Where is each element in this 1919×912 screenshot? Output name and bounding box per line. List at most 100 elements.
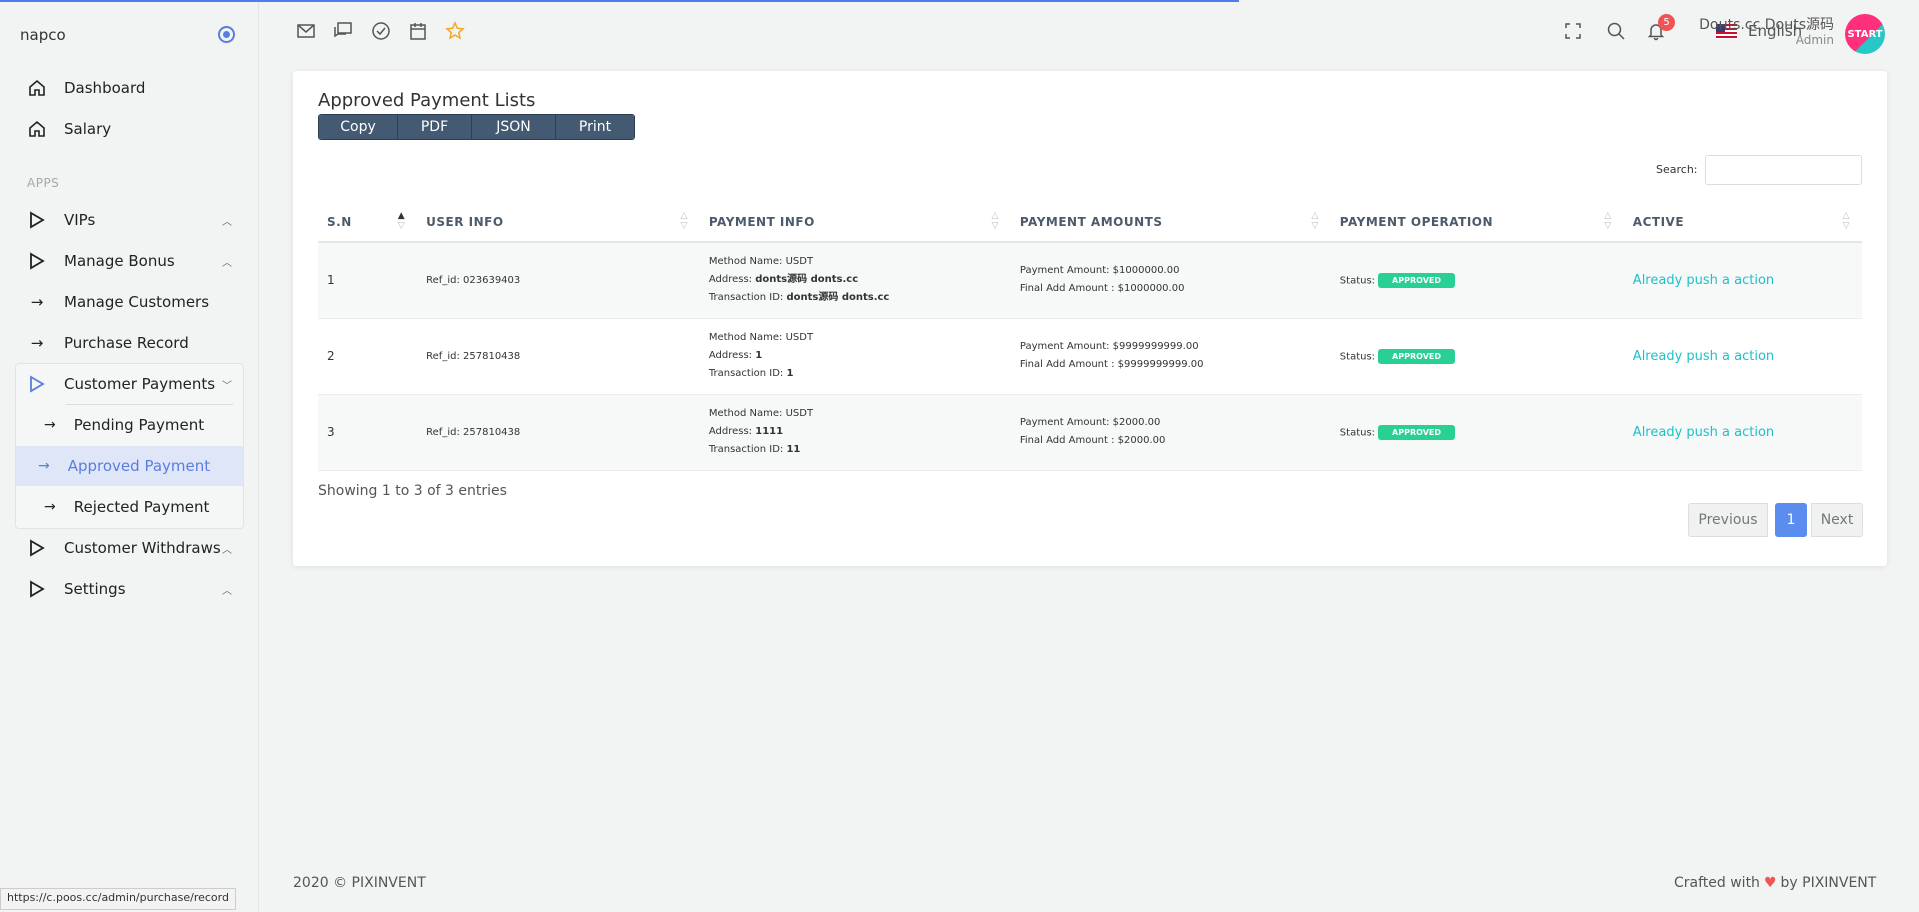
- cell-payment-amounts: Payment Amount: $9999999999.00 Final Add…: [1010, 318, 1331, 395]
- cell-sn: 2: [318, 318, 418, 395]
- home-icon: [28, 79, 46, 97]
- status-badge: APPROVED: [1378, 272, 1456, 288]
- cell-user-info: Ref_id: 023639403: [417, 242, 700, 319]
- column-header-sn[interactable]: S.N ▲ ▽: [318, 202, 418, 243]
- heart-icon: ♥: [1763, 875, 1777, 891]
- cell-payment-operation: Status: APPROVED: [1330, 394, 1624, 471]
- footer-credits: Crafted with ♥ by PIXINVENT: [1674, 875, 1877, 891]
- sidebar-item-vips[interactable]: VIPs ︿: [15, 200, 244, 240]
- play-icon: [28, 252, 46, 270]
- cell-sn: 3: [318, 394, 418, 471]
- fullscreen-icon[interactable]: [1563, 21, 1583, 41]
- sidebar-item-label: Salary: [64, 120, 112, 138]
- search-label: Search:: [1656, 163, 1698, 176]
- column-header-payment-amounts[interactable]: PAYMENT AMOUNTS △ ▽: [1010, 202, 1331, 243]
- brand-name: napco: [20, 26, 66, 44]
- next-page-button[interactable]: Next: [1811, 503, 1863, 537]
- sidebar-item-customer-payments[interactable]: Customer Payments ﹀: [15, 364, 244, 404]
- sidebar-item-label: Settings: [64, 580, 126, 598]
- chevron-up-icon: ︿: [222, 585, 232, 597]
- sidebar-item-label: Customer Withdraws: [64, 539, 221, 557]
- table-row: 1 Ref_id: 023639403 Method Name: USDT Ad…: [318, 242, 1862, 319]
- notification-count-badge: 5: [1658, 14, 1675, 31]
- star-icon[interactable]: [445, 21, 465, 41]
- search-icon[interactable]: [1606, 21, 1626, 41]
- play-icon: [28, 539, 46, 557]
- sidebar-item-purchase-record[interactable]: → Purchase Record: [15, 323, 244, 363]
- sidebar-toggle-icon[interactable]: [218, 26, 235, 43]
- arrow-right-icon: →: [30, 293, 44, 311]
- sidebar-item-approved-payment[interactable]: → Approved Payment: [16, 446, 243, 486]
- play-icon: [28, 211, 46, 229]
- sidebar-item-pending-payment[interactable]: → Pending Payment: [16, 405, 243, 445]
- sidebar-item-customer-withdraws[interactable]: Customer Withdraws ︿: [15, 528, 244, 568]
- arrow-right-icon: →: [44, 499, 56, 515]
- avatar[interactable]: START: [1845, 14, 1885, 54]
- nav-section-label: APPS: [27, 176, 60, 190]
- arrow-right-icon: →: [30, 334, 44, 352]
- cell-active: Already push a action: [1623, 394, 1862, 471]
- arrow-right-icon: →: [44, 417, 56, 433]
- cell-payment-info: Method Name: USDT Address: 1111 Transact…: [699, 394, 1011, 471]
- cell-sn: 1: [318, 242, 418, 319]
- table-row: 3 Ref_id: 257810438 Method Name: USDT Ad…: [318, 394, 1862, 471]
- pagination: Previous 1 Next: [1688, 503, 1863, 537]
- column-header-active[interactable]: ACTIVE △ ▽: [1623, 202, 1862, 243]
- cell-active: Already push a action: [1623, 318, 1862, 395]
- search-input[interactable]: [1705, 155, 1862, 185]
- column-header-payment-operation[interactable]: PAYMENT OPERATION △ ▽: [1330, 202, 1624, 243]
- mail-icon[interactable]: [296, 21, 316, 41]
- cell-user-info: Ref_id: 257810438: [417, 394, 700, 471]
- action-link[interactable]: Already push a action: [1633, 349, 1774, 364]
- sidebar-item-salary[interactable]: Salary: [15, 109, 244, 149]
- page-load-progress: [0, 0, 1239, 2]
- arrow-right-icon: →: [38, 458, 50, 474]
- json-button[interactable]: JSON: [472, 115, 556, 139]
- sidebar-item-label: VIPs: [64, 211, 96, 229]
- sidebar-item-settings[interactable]: Settings ︿: [15, 569, 244, 609]
- sidebar-item-label: Manage Customers: [64, 293, 210, 311]
- sidebar-item-label: Rejected Payment: [73, 498, 210, 516]
- play-icon: [28, 375, 46, 393]
- sidebar-item-label: Manage Bonus: [64, 252, 175, 270]
- entries-info: Showing 1 to 3 of 3 entries: [318, 483, 507, 499]
- action-link[interactable]: Already push a action: [1633, 273, 1774, 288]
- sidebar-item-dashboard[interactable]: Dashboard: [15, 68, 244, 108]
- chevron-up-icon: ︿: [222, 216, 232, 228]
- cell-payment-info: Method Name: USDT Address: donts源码 donts…: [699, 242, 1011, 319]
- chevron-up-icon: ︿: [222, 544, 232, 556]
- sidebar-item-manage-bonus[interactable]: Manage Bonus ︿: [15, 241, 244, 281]
- export-button-group: Copy PDF JSON Print: [318, 114, 635, 140]
- action-link[interactable]: Already push a action: [1633, 425, 1774, 440]
- cell-user-info: Ref_id: 257810438: [417, 318, 700, 395]
- pdf-button[interactable]: PDF: [398, 115, 472, 139]
- check-circle-icon[interactable]: [371, 21, 391, 41]
- approved-payment-card: Approved Payment Lists Copy PDF JSON Pri…: [293, 71, 1887, 566]
- cell-payment-info: Method Name: USDT Address: 1 Transaction…: [699, 318, 1011, 395]
- sort-icon: △ ▽: [1604, 211, 1612, 231]
- top-navbar: English 5 Dонts.cc Dонts源码 Admin START: [259, 0, 1919, 64]
- calendar-icon[interactable]: [408, 21, 428, 41]
- cell-payment-amounts: Payment Amount: $1000000.00 Final Add Am…: [1010, 242, 1331, 319]
- sort-icon: △ ▽: [680, 211, 688, 231]
- page-title: Approved Payment Lists: [318, 90, 536, 111]
- print-button[interactable]: Print: [556, 115, 634, 139]
- column-header-user-info[interactable]: USER INFO △ ▽: [417, 202, 700, 243]
- sidebar-item-rejected-payment[interactable]: → Rejected Payment: [16, 487, 243, 527]
- chevron-up-icon: ︿: [222, 257, 232, 269]
- sort-icon: △ ▽: [1842, 211, 1850, 231]
- chat-icon[interactable]: [333, 21, 353, 41]
- column-header-payment-info[interactable]: PAYMENT INFO △ ▽: [699, 202, 1011, 243]
- sidebar-item-label: Approved Payment: [67, 457, 211, 475]
- copy-button[interactable]: Copy: [319, 115, 398, 139]
- user-name[interactable]: Dонts.cc Dонts源码: [1694, 14, 1834, 34]
- footer-copyright: 2020 © PIXINVENT: [293, 875, 426, 891]
- status-badge: APPROVED: [1378, 424, 1456, 440]
- cell-payment-amounts: Payment Amount: $2000.00 Final Add Amoun…: [1010, 394, 1331, 471]
- payments-table: S.N ▲ ▽ USER INFO △ ▽ PAYMENT INFO △ ▽ PAYMENT…: [318, 202, 1862, 471]
- page-1-button[interactable]: 1: [1775, 503, 1807, 537]
- previous-page-button[interactable]: Previous: [1688, 503, 1768, 537]
- sidebar-item-manage-customers[interactable]: → Manage Customers: [15, 282, 244, 322]
- play-icon: [28, 580, 46, 598]
- sidebar: napco Dashboard Salary APPS VIPs ︿ Manag…: [0, 0, 259, 912]
